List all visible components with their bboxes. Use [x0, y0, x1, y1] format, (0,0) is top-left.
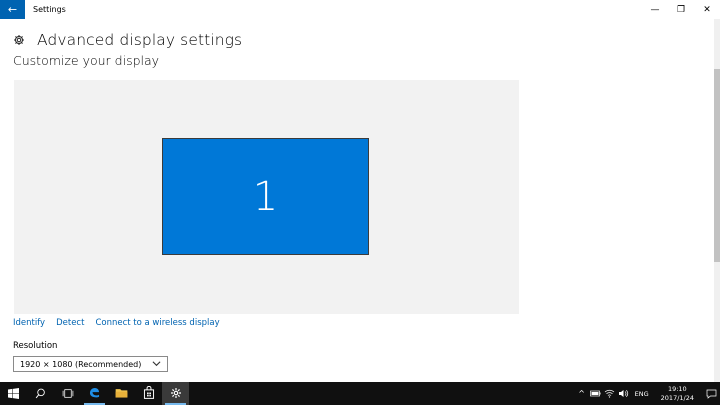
clock[interactable]: 19:10 2017/1/24	[661, 385, 694, 403]
resolution-dropdown[interactable]: 1920 × 1080 (Recommended)	[13, 356, 168, 372]
search-button[interactable]	[27, 382, 54, 405]
connect-wireless-link[interactable]: Connect to a wireless display	[95, 318, 219, 328]
edge-icon	[88, 384, 101, 403]
gear-icon	[12, 33, 26, 47]
file-explorer-taskbar-button[interactable]	[108, 382, 135, 405]
show-hidden-icons-chevron-icon[interactable]: ^	[575, 382, 589, 405]
monitor-tile[interactable]: 1	[162, 138, 369, 255]
back-button[interactable]: ←	[0, 0, 25, 19]
volume-icon[interactable]	[617, 382, 631, 405]
chevron-down-icon	[152, 359, 161, 370]
action-center-icon[interactable]	[702, 382, 720, 405]
back-arrow-icon: ←	[7, 3, 18, 16]
clock-time: 19:10	[667, 384, 687, 393]
system-tray: ^ ENG 19:10 2017/1/24	[575, 382, 720, 405]
edge-taskbar-button[interactable]	[81, 382, 108, 405]
app-title: Settings	[33, 5, 66, 14]
task-view-button[interactable]	[54, 382, 81, 405]
taskbar: ^ ENG 19:10 2017/1/24	[0, 382, 720, 405]
scrollbar-thumb[interactable]	[714, 69, 720, 262]
minimize-icon: —	[650, 4, 660, 15]
window-controls: — ❐ ✕	[642, 0, 720, 19]
resolution-value: 1920 × 1080 (Recommended)	[20, 359, 142, 369]
monitor-number: 1	[252, 173, 279, 220]
clock-date: 2017/1/24	[660, 393, 694, 402]
page-title: Advanced display settings	[37, 31, 243, 49]
start-button[interactable]	[0, 382, 27, 405]
scrollbar[interactable]	[714, 19, 720, 382]
store-taskbar-button[interactable]	[135, 382, 162, 405]
close-button[interactable]: ✕	[694, 0, 720, 19]
identify-link[interactable]: Identify	[13, 318, 45, 328]
title-bar: ← Settings — ❐ ✕	[0, 0, 720, 19]
task-view-icon	[62, 384, 74, 403]
store-icon	[143, 384, 155, 403]
resolution-label: Resolution	[13, 341, 58, 351]
settings-icon	[170, 384, 182, 403]
minimize-button[interactable]: —	[642, 0, 668, 19]
display-arrangement-preview: 1	[14, 80, 519, 314]
page-header: Advanced display settings	[12, 31, 242, 49]
input-language-indicator[interactable]: ENG	[635, 390, 649, 398]
settings-taskbar-button[interactable]	[162, 382, 189, 405]
restore-icon: ❐	[676, 4, 686, 15]
detect-link[interactable]: Detect	[56, 318, 84, 328]
display-links: Identify Detect Connect to a wireless di…	[13, 318, 231, 328]
restore-button[interactable]: ❐	[668, 0, 694, 19]
windows-logo-icon	[8, 384, 19, 403]
wifi-icon[interactable]	[603, 382, 617, 405]
battery-icon[interactable]	[589, 382, 603, 405]
close-icon: ✕	[703, 4, 711, 15]
section-title: Customize your display	[13, 53, 160, 68]
file-explorer-icon	[115, 384, 128, 403]
search-icon	[35, 384, 46, 403]
